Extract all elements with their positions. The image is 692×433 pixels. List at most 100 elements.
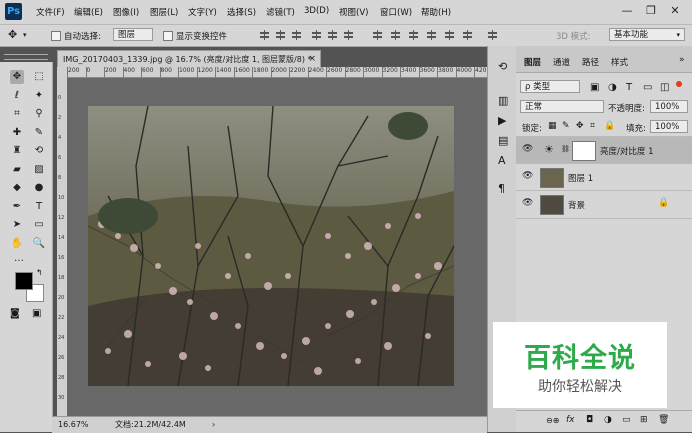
menu-view[interactable]: 视图(V) [339,6,368,18]
fill-field[interactable]: 100% [650,120,688,133]
filter-adjustment-icon[interactable]: ◑ [608,82,617,93]
lasso-icon[interactable]: ℓ [10,89,24,103]
fx-icon[interactable]: fx [566,415,575,425]
layer-name[interactable]: 背景 [568,199,585,211]
dodge-icon[interactable]: ● [32,181,46,195]
restore-icon[interactable]: ❐ [640,0,662,22]
shape-icon[interactable]: ▭ [32,218,46,232]
filter-smart-object-icon[interactable]: ◫ [660,82,669,93]
layer-name[interactable]: 亮度/对比度 1 [600,145,653,157]
layer-filter-dropdown[interactable]: ρ 类型 [520,80,580,93]
lock-all-icon[interactable]: 🔒 [604,121,615,131]
align-vcenter-icon[interactable] [276,30,285,40]
menu-edit[interactable]: 编辑(E) [74,6,103,18]
menu-file[interactable]: 文件(F) [36,6,65,18]
magic-wand-icon[interactable]: ✦ [32,89,46,103]
marquee-icon[interactable]: ⬚ [32,70,46,84]
menu-filter[interactable]: 滤镜(T) [266,6,295,18]
folder-icon[interactable]: ▭ [622,415,631,425]
menu-select[interactable]: 选择(S) [227,6,256,18]
distribute-vcenter-icon[interactable] [391,30,400,40]
link-icon[interactable]: ⊖⊕ [546,416,559,425]
move-tool-preset-icon[interactable]: ✥ [8,28,17,41]
clone-stamp-icon[interactable]: ♜ [10,144,24,158]
blend-mode-dropdown[interactable]: 正常 [520,100,604,113]
brush-icon[interactable]: ✎ [32,126,46,140]
tab-styles[interactable]: 样式 [611,56,628,68]
menu-type[interactable]: 文字(Y) [188,6,217,18]
tab-layers[interactable]: 图层 [524,56,541,68]
char-icon[interactable]: A [498,154,506,167]
paragraph-mark-icon[interactable]: ¶ [498,182,505,195]
adjustment-icon[interactable]: ◑ [604,415,612,425]
lock-artboard-icon[interactable]: ⌗ [590,121,595,131]
type-icon[interactable]: T [32,200,46,214]
layer-row[interactable]: 👁 背景 🔒 [516,190,692,219]
history-icon[interactable]: ⟲ [498,60,507,73]
eyedropper-icon[interactable]: ⚲ [32,107,46,121]
history-brush-icon[interactable]: ⟲ [32,144,46,158]
workspace-dropdown[interactable]: 基本功能 ▾ [609,28,685,41]
auto-select-dropdown[interactable]: 图层 [113,28,153,41]
filter-shape-icon[interactable]: ▭ [643,82,652,93]
crop-icon[interactable]: ⌗ [10,107,24,121]
eye-icon[interactable]: 👁 [522,198,533,208]
properties-icon[interactable]: ▥ [498,94,508,107]
layer-mask-thumbnail[interactable] [572,141,596,161]
hand-icon[interactable]: ✋ [10,237,24,251]
lock-pixels-icon[interactable]: ✎ [562,121,570,131]
filter-pixel-icon[interactable]: ▣ [590,82,599,93]
play-icon[interactable]: ▶ [498,114,506,127]
more-tools-icon[interactable]: … [12,252,26,266]
healing-brush-icon[interactable]: ✚ [10,126,24,140]
document-image[interactable] [88,106,454,386]
auto-select-checkbox[interactable] [51,31,61,41]
menu-image[interactable]: 图像(I) [113,6,139,18]
eye-icon[interactable]: 👁 [522,144,533,154]
move-icon[interactable]: ✥ [10,70,24,84]
layer-name[interactable]: 图层 1 [568,172,593,184]
align-right-icon[interactable] [344,30,353,40]
mask-link-icon[interactable]: ⛓ [561,145,570,153]
menu-help[interactable]: 帮助(H) [421,6,451,18]
foreground-color-swatch-top[interactable] [15,272,33,290]
chevron-down-icon[interactable]: ▾ [23,31,27,39]
zoom-icon[interactable]: 🔍 [32,237,46,251]
minimize-icon[interactable]: — [616,0,638,22]
new-layer-icon[interactable]: ⊞ [640,415,648,425]
gradient-icon[interactable]: ▨ [32,163,46,177]
align-top-icon[interactable] [260,30,269,40]
mask-icon[interactable]: ◘ [586,415,593,425]
panel-collapse-icon[interactable]: » [679,55,685,65]
layer-row[interactable]: 👁 ☀ ⛓ 亮度/对比度 1 [516,136,692,164]
eye-icon[interactable]: 👁 [522,171,533,181]
close-icon[interactable]: ✕ [664,0,686,22]
distribute-bottom-icon[interactable] [409,30,418,40]
distribute-top-icon[interactable] [373,30,382,40]
panel-grip[interactable] [4,54,48,60]
screen-mode-icon[interactable]: ▣ [32,308,41,319]
align-hcenter-icon[interactable] [328,30,337,40]
swap-colors-icon[interactable]: ↰ [36,268,43,277]
paragraph-icon[interactable]: ▤ [498,134,508,147]
path-selection-icon[interactable]: ➤ [10,218,24,232]
menu-layer[interactable]: 图层(L) [150,6,178,18]
tab-paths[interactable]: 路径 [582,56,599,68]
align-left-icon[interactable] [312,30,321,40]
tab-channels[interactable]: 通道 [553,56,570,68]
blur-icon[interactable]: ◆ [10,181,24,195]
show-transform-checkbox[interactable] [163,31,173,41]
filter-toggle-icon[interactable] [676,81,682,87]
pen-icon[interactable]: ✒ [10,200,24,214]
zoom-level[interactable]: 16.67% [58,417,89,433]
auto-align-icon[interactable] [488,30,497,40]
quick-mask-icon[interactable]: ◙ [10,308,20,319]
filter-type-icon[interactable]: T [626,82,632,93]
trash-icon[interactable]: 🗑 [658,415,669,425]
align-bottom-icon[interactable] [292,30,301,40]
document-tab[interactable]: IMG_20170403_1339.jpg @ 16.7% (亮度/对比度 1,… [57,50,321,67]
menu-window[interactable]: 窗口(W) [380,6,412,18]
layer-row[interactable]: 👁 图层 1 [516,163,692,191]
distribute-left-icon[interactable] [427,30,436,40]
eraser-icon[interactable]: ▰ [10,163,24,177]
